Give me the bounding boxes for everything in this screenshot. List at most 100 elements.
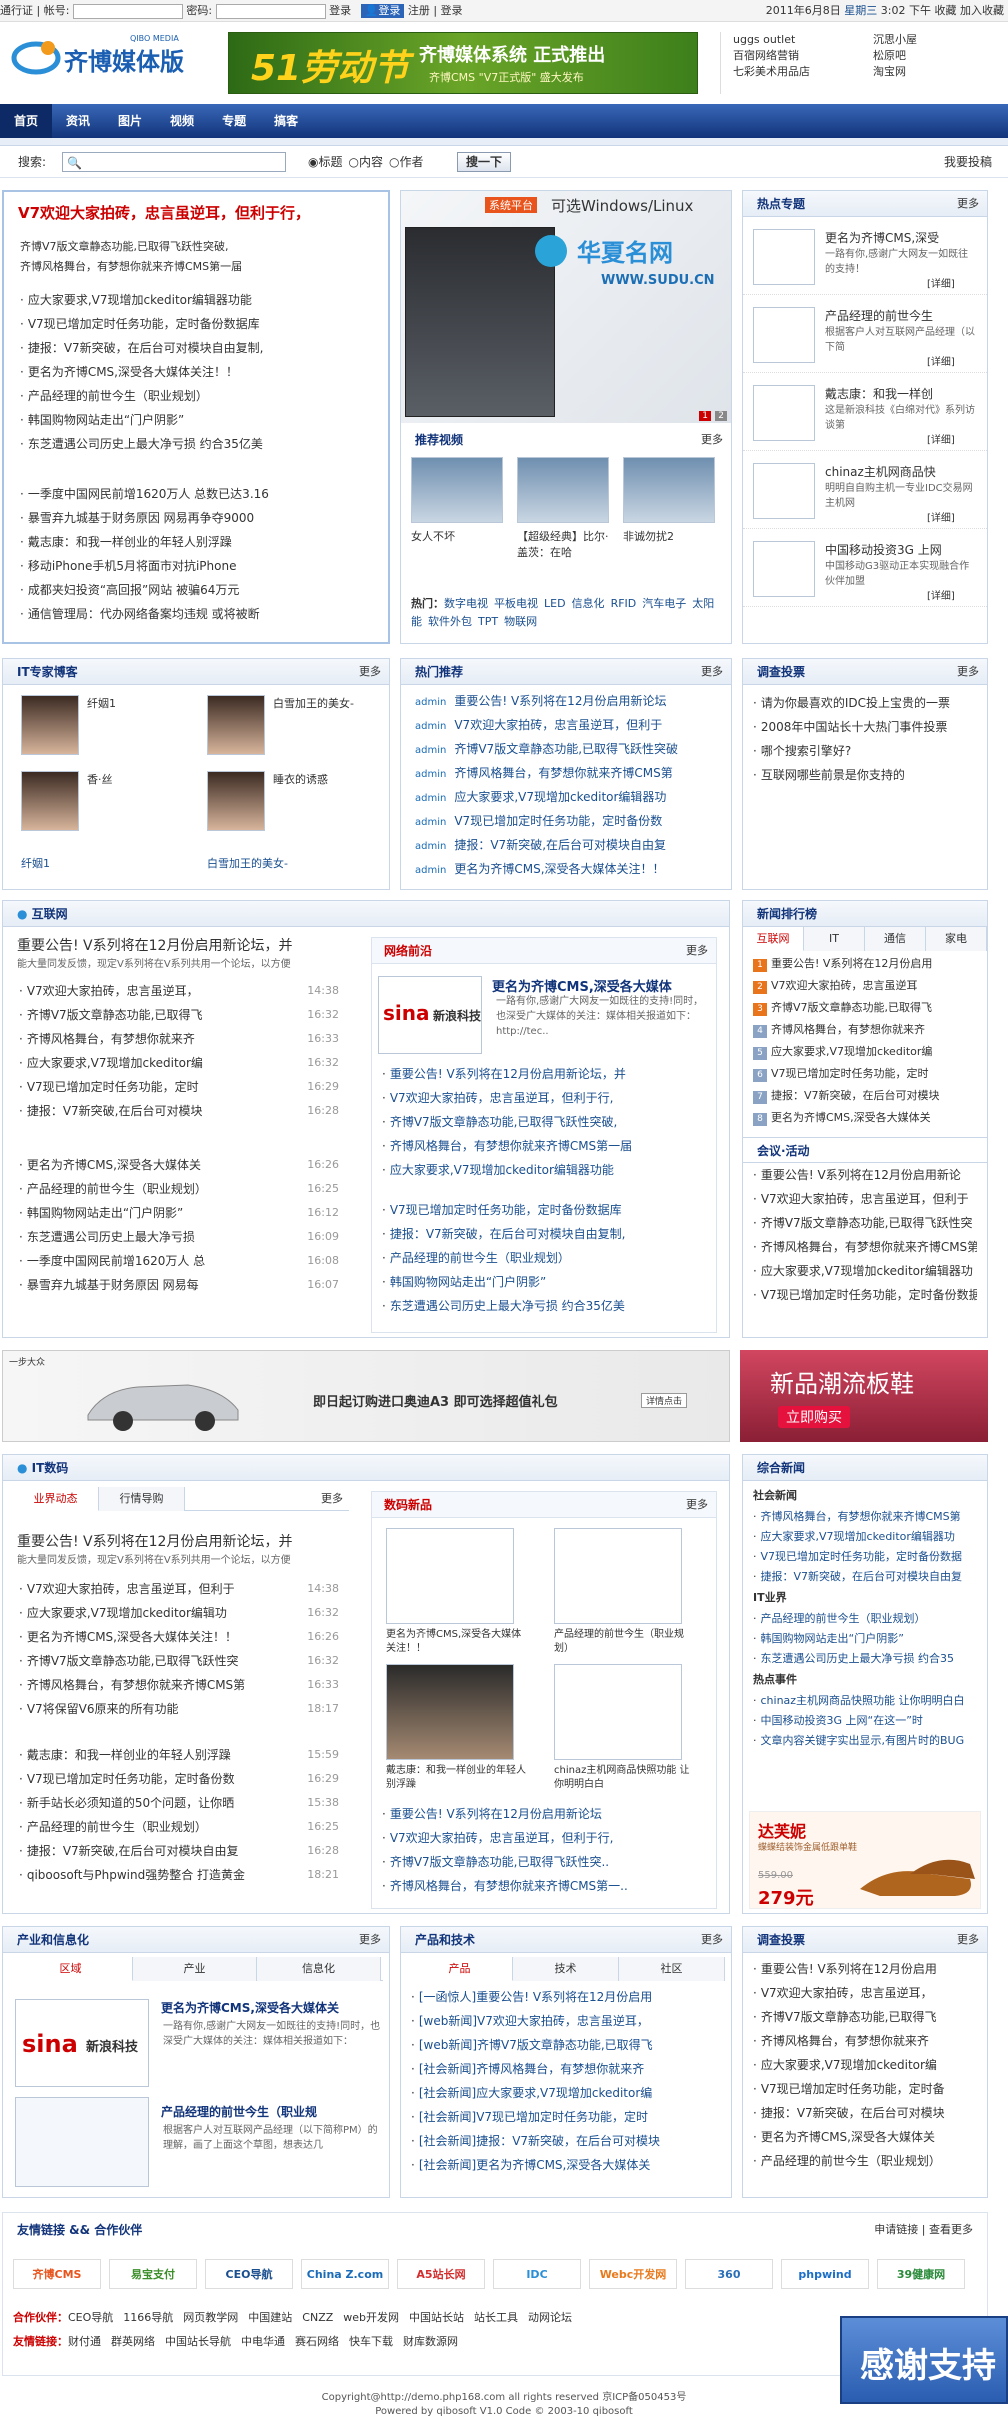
hot-tag[interactable]: 数字电视 [444, 597, 488, 610]
login-icon-button[interactable]: 👤登录 [360, 4, 405, 18]
headline-item[interactable]: V7现已增加定时任务功能，定时备份数据库 [20, 312, 370, 336]
composite-item[interactable]: 齐博风格舞台，有梦想你就来齐博CMS第 [753, 1507, 977, 1527]
headline-item[interactable]: 成都夹妇投资“高回报”网站 被骗64万元 [20, 578, 370, 602]
header-link[interactable]: uggs outlet [733, 32, 873, 48]
news-item[interactable]: 16:29V7现已增加定时任务功能，定时 [19, 1075, 339, 1099]
partner-link[interactable]: 中国站长站 [409, 2311, 464, 2324]
product-item[interactable]: [web新闻]齐博V7版文章静态功能,已取得飞 [411, 2033, 721, 2057]
headline-item[interactable]: 更名为齐博CMS,深受各大媒体关注！！ [20, 360, 370, 384]
favorite-link[interactable]: 收藏 [935, 4, 957, 17]
partner-logo[interactable]: IDC [493, 2259, 581, 2289]
news-item[interactable]: 16:28捷报：V7新突破,在后台可对模块 [19, 1099, 339, 1123]
industry-b-title[interactable]: 产品经理的前世今生（职业规 [161, 2103, 317, 2120]
experts-more-link[interactable]: 更多 [359, 659, 381, 685]
rank-tab[interactable]: 互联网 [743, 927, 804, 951]
industry-tab[interactable]: 区域 [9, 1957, 133, 1981]
news-item[interactable]: 16:32应大家要求,V7现增加ckeditor编 [19, 1051, 339, 1075]
expert-name-link[interactable]: 白雪加王的美女- [207, 855, 288, 871]
itdigit-tab[interactable]: 业界动态 [13, 1487, 99, 1511]
products-more-link[interactable]: 更多 [701, 1927, 723, 1953]
header-link[interactable]: 七彩美术用品店 [733, 64, 873, 80]
composite-item[interactable]: 东芝遭遇公司历史上最大净亏损 约合35 [753, 1649, 977, 1669]
itdigit-tab[interactable]: 行情导购 [99, 1487, 185, 1511]
hot-tag[interactable]: 软件外包 [428, 615, 472, 628]
video-item[interactable]: 非诚勿扰2 [623, 457, 719, 545]
submit-article-link[interactable]: 我要投稿 [944, 146, 992, 178]
headline-sub1[interactable]: 齐博V7版文章静态功能,已取得飞跃性突破, [20, 238, 229, 254]
search-option[interactable]: ○内容 [349, 155, 384, 169]
internet-headline[interactable]: 重要公告! V系列将在12月份启用新论坛，并 [17, 935, 292, 955]
hot-item[interactable]: admin 应大家要求,V7现增加ckeditor编辑器功 [415, 785, 717, 809]
partner-link[interactable]: 中国建站 [248, 2311, 292, 2324]
vote2-item[interactable]: 齐博风格舞台，有梦想你就来齐 [753, 2029, 977, 2053]
news-item[interactable]: 16:33齐博风格舞台，有梦想你就来齐 [19, 1027, 339, 1051]
hot-tag[interactable]: 平板电视 [494, 597, 538, 610]
slide-page-2[interactable]: 2 [715, 411, 727, 421]
frontier-headline[interactable]: 更名为齐博CMS,深受各大媒体 [492, 976, 672, 995]
frontier-item[interactable]: 齐博风格舞台，有梦想你就来齐博CMS第一届 [382, 1134, 702, 1158]
digit-item[interactable]: 更名为齐博CMS,深受各大媒体关注！！ [386, 1528, 536, 1656]
expert-item[interactable]: 纤姻1 [21, 695, 116, 755]
expert-item[interactable]: 睡衣的诱惑 [207, 771, 328, 831]
frontier-item[interactable]: 捷报：V7新突破，在后台可对模块自由复制, [382, 1222, 702, 1246]
meeting-item[interactable]: 齐博V7版文章静态功能,已取得飞跃性突 [753, 1211, 977, 1235]
frontier-item[interactable]: 东芝遭遇公司历史上最大净亏损 约合35亿美 [382, 1294, 702, 1318]
partner-link[interactable]: CNZZ [302, 2311, 333, 2324]
topic-item[interactable]: chinaz主机网商品快 明明自自购主机一专业IDC交易网主机网 [详细] [743, 451, 987, 529]
hot-tag[interactable]: 物联网 [504, 615, 537, 628]
hot-tag[interactable]: 信息化 [572, 597, 605, 610]
partner-link[interactable]: 站长工具 [474, 2311, 518, 2324]
nav-item-1[interactable]: 资讯 [52, 104, 104, 138]
products-tab[interactable]: 产品 [407, 1957, 513, 1981]
header-link[interactable]: 淘宝网 [873, 65, 906, 78]
news-item[interactable]: 16:09东芝遭遇公司历史上最大净亏损 [19, 1225, 339, 1249]
digit-list-item[interactable]: 齐博V7版文章静态功能,已取得飞跃性突.. [382, 1850, 702, 1874]
partner-logo[interactable]: Webc开发网 [589, 2259, 677, 2289]
industry-tab[interactable]: 信息化 [257, 1957, 381, 1981]
frontier-item[interactable]: V7欢迎大家拍砖，忠言虽逆耳，但利于行, [382, 1086, 702, 1110]
itdigit-more-link[interactable]: 更多 [321, 1487, 349, 1511]
headline-title[interactable]: V7欢迎大家拍砖，忠言虽逆耳，但利于行， [18, 202, 310, 223]
vote2-item[interactable]: 产品经理的前世今生（职业规划） [753, 2149, 977, 2173]
vote-more-link[interactable]: 更多 [957, 659, 979, 685]
header-link[interactable]: 百宿网络营销 [733, 48, 873, 64]
news-item[interactable]: 16:26更名为齐博CMS,深受各大媒体关注！！ [19, 1625, 339, 1649]
partner-logo[interactable]: 齐博CMS [13, 2259, 101, 2289]
vote2-item[interactable]: 应大家要求,V7现增加ckeditor编 [753, 2053, 977, 2077]
partner-link[interactable]: 1166导航 [123, 2311, 173, 2324]
partner-logo[interactable]: 360 [685, 2259, 773, 2289]
car-ad[interactable]: 一步大众 即日起订购进口奥迪A3 即可选择超值礼包 详情点击 [2, 1350, 730, 1442]
meeting-item[interactable]: 齐博风格舞台，有梦想你就来齐博CMS第 [753, 1235, 977, 1259]
news-item[interactable]: 16:28捷报：V7新突破,在后台可对模块自由复 [19, 1839, 339, 1863]
register-link[interactable]: 注册 [408, 4, 430, 17]
products-tab[interactable]: 技术 [513, 1957, 619, 1981]
digit-list-item[interactable]: 重要公告! V系列将在12月份启用新论坛 [382, 1802, 702, 1826]
video-item[interactable]: 女人不坏 [411, 457, 507, 545]
logout-link[interactable]: 登录 [441, 4, 463, 17]
digit-more-link[interactable]: 更多 [686, 1492, 708, 1518]
news-item[interactable]: 16:08一季度中国网民前增1620万人 总 [19, 1249, 339, 1273]
topic-item[interactable]: 更名为齐博CMS,深受 一路有你,感谢广大网友一如既往的支持！ [详细] [743, 217, 987, 295]
detail-link[interactable]: [详细] [927, 275, 955, 290]
headline-item[interactable]: 捷报：V7新突破，在后台可对模块自由复制, [20, 336, 370, 360]
search-button[interactable]: 搜一下 [457, 152, 512, 172]
apply-link[interactable]: 申请链接 [874, 2223, 918, 2236]
headline-item[interactable]: 一季度中国网民前增1620万人 总数已达3.16 [20, 482, 370, 506]
headline-sub2[interactable]: 齐博风格舞台，有梦想你就来齐博CMS第一届 [20, 258, 242, 274]
video-item[interactable]: 【超级经典】比尔·盖茨：在哈 [517, 457, 613, 561]
rank-item[interactable]: 5 应大家要求,V7现增加ckeditor编 [753, 1041, 977, 1063]
products-tab[interactable]: 社区 [619, 1957, 725, 1981]
partner-logo[interactable]: China Z.com [301, 2259, 389, 2289]
sina-tech-image-2[interactable]: sina 新浪科技 [15, 1999, 149, 2087]
friend-link[interactable]: 赛石网络 [295, 2335, 339, 2348]
industry-more-link[interactable]: 更多 [359, 1927, 381, 1953]
topics-more-link[interactable]: 更多 [957, 191, 979, 217]
slide-page-1[interactable]: 1 [699, 411, 711, 421]
friend-link[interactable]: 财库数源网 [403, 2335, 458, 2348]
detail-link[interactable]: [详细] [927, 509, 955, 524]
sina-tech-image[interactable]: sina 新浪科技 [378, 976, 482, 1054]
detail-link[interactable]: [详细] [927, 353, 955, 368]
meeting-item[interactable]: V7现已增加定时任务功能，定时备份数据 [753, 1283, 977, 1307]
vote-item[interactable]: 请为你最喜欢的IDC投上宝贵的一票 [753, 691, 977, 715]
nav-item-0[interactable]: 首页 [0, 104, 53, 138]
